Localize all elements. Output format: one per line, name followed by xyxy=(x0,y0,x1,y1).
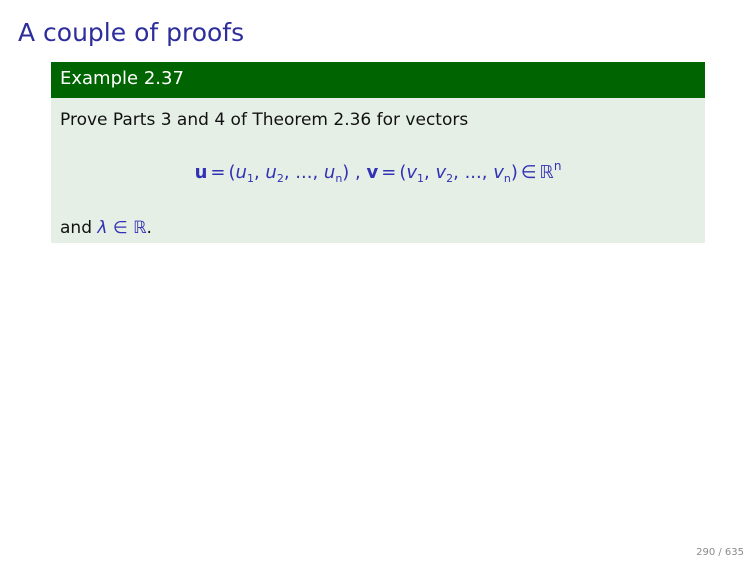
vector-equation: u = (u1, u2, ..., un) , v = (v1, v2, ..., vn… xyxy=(194,159,562,185)
closing-prefix: and xyxy=(60,218,92,238)
equals-sign-2: = xyxy=(381,162,397,183)
u-component-1: u xyxy=(235,162,247,183)
example-body: Prove Parts 3 and 4 of Theorem 2.36 for … xyxy=(51,98,705,243)
v-ellipsis: ... xyxy=(464,162,482,183)
vector-v-symbol: v xyxy=(366,162,379,183)
u-component-n: u xyxy=(323,162,336,183)
v-component-n: v xyxy=(493,162,504,183)
example-block: Example 2.37 Prove Parts 3 and 4 of Theo… xyxy=(51,62,705,243)
example-header: Example 2.37 xyxy=(51,62,705,98)
slide-title: A couple of proofs xyxy=(18,18,245,47)
u-component-2: u xyxy=(265,162,277,183)
scalar-condition: and λ ∈ ℝ. xyxy=(60,216,152,240)
element-of-symbol-2: ∈ xyxy=(112,218,128,238)
u-subscript-n: n xyxy=(335,172,343,185)
closing-period: . xyxy=(146,218,152,238)
equals-sign: = xyxy=(210,162,226,183)
v-subscript-n: n xyxy=(503,172,511,185)
v-subscript-2: 2 xyxy=(446,172,454,185)
element-of-symbol: ∈ xyxy=(520,162,537,183)
real-set-symbol: ℝ xyxy=(133,218,147,238)
v-component-2: v xyxy=(435,162,447,183)
u-subscript-2: 2 xyxy=(276,172,284,185)
problem-statement: Prove Parts 3 and 4 of Theorem 2.36 for … xyxy=(60,110,469,130)
vector-u-symbol: u xyxy=(194,162,208,183)
page-counter: 290 / 635 xyxy=(696,547,744,558)
lambda-symbol: λ xyxy=(97,218,108,238)
v-component-1: v xyxy=(406,162,417,183)
u-subscript-1: 1 xyxy=(246,172,254,185)
space-exponent: n xyxy=(553,159,562,173)
real-space-symbol: ℝ xyxy=(539,162,554,183)
v-subscript-1: 1 xyxy=(417,172,424,185)
u-ellipsis: ... xyxy=(295,162,313,183)
